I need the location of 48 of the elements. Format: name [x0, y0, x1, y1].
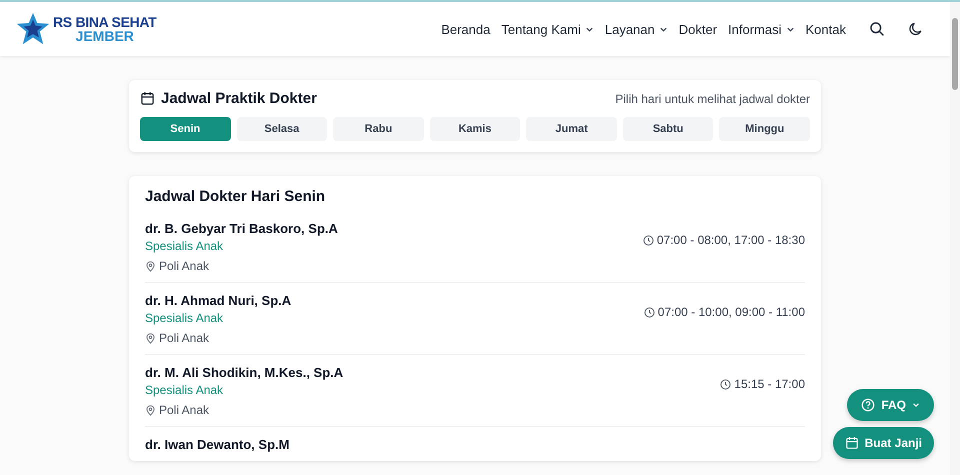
scrollbar-thumb[interactable] [952, 18, 958, 90]
moon-icon[interactable] [908, 21, 924, 37]
day-tab[interactable]: Rabu [333, 117, 424, 141]
doctor-name: dr. H. Ahmad Nuri, Sp.A [145, 293, 292, 308]
doctor-name: dr. B. Gebyar Tri Baskoro, Sp.A [145, 221, 338, 236]
nav-link[interactable]: Tentang Kami [501, 22, 594, 36]
specialty-text: Spesialis Anak [145, 383, 224, 397]
calendar-icon [140, 91, 155, 106]
location-pin-icon [145, 260, 156, 272]
day-tab[interactable]: Senin [140, 117, 231, 141]
hours-text: 07:00 - 10:00, 09:00 - 11:00 [658, 305, 805, 319]
nav-link[interactable]: Informasi [728, 22, 795, 36]
logo-subtext: JEMBER [76, 29, 134, 43]
faq-button[interactable]: FAQ [847, 389, 934, 421]
hours-text: 15:15 - 17:00 [734, 377, 805, 391]
clock-icon [642, 234, 654, 246]
day-tab[interactable]: Minggu [719, 117, 810, 141]
day-tab[interactable]: Jumat [526, 117, 617, 141]
scrollbar[interactable] [950, 2, 960, 475]
doctor-name: dr. M. Ali Shodikin, M.Kes., Sp.A [145, 365, 344, 380]
day-tab[interactable]: Selasa [236, 117, 328, 141]
clinic-text: Poli Anak [159, 259, 210, 273]
logo-text: RS BINA SEHAT [53, 15, 156, 29]
calendar-icon [844, 436, 859, 450]
hint-text: Pilih hari untuk melihat jadwal dokter [615, 92, 810, 106]
nav-link[interactable]: Dokter [678, 22, 718, 36]
day-tab[interactable]: Sabtu [622, 117, 714, 141]
location-pin-icon [145, 404, 156, 416]
star-logo-icon [16, 12, 50, 46]
appointment-button[interactable]: Buat Janji [832, 427, 934, 459]
location-pin-icon [145, 332, 156, 344]
hours-text: 07:00 - 08:00, 17:00 - 18:30 [656, 233, 805, 247]
clinic-text: Poli Anak [159, 331, 210, 345]
clock-icon [644, 306, 655, 318]
specialty-text: Spesialis Anak [145, 239, 224, 253]
chevron-down-icon [912, 401, 920, 409]
question-icon [861, 398, 876, 412]
nav-link[interactable]: Beranda [441, 22, 490, 36]
card-title: Jadwal Praktik Dokter [161, 90, 317, 107]
clock-icon [720, 378, 732, 390]
search-icon[interactable] [869, 21, 885, 37]
day-tab[interactable]: Kamis [430, 117, 520, 141]
doctor-name: dr. Iwan Dewanto, Sp.M [145, 437, 290, 452]
schedule-title: Jadwal Dokter Hari Senin [145, 188, 326, 205]
nav-link[interactable]: Layanan [604, 22, 668, 36]
nav-link[interactable]: Kontak [806, 22, 846, 36]
specialty-text: Spesialis Anak [145, 311, 224, 325]
clinic-text: Poli Anak [159, 403, 210, 417]
